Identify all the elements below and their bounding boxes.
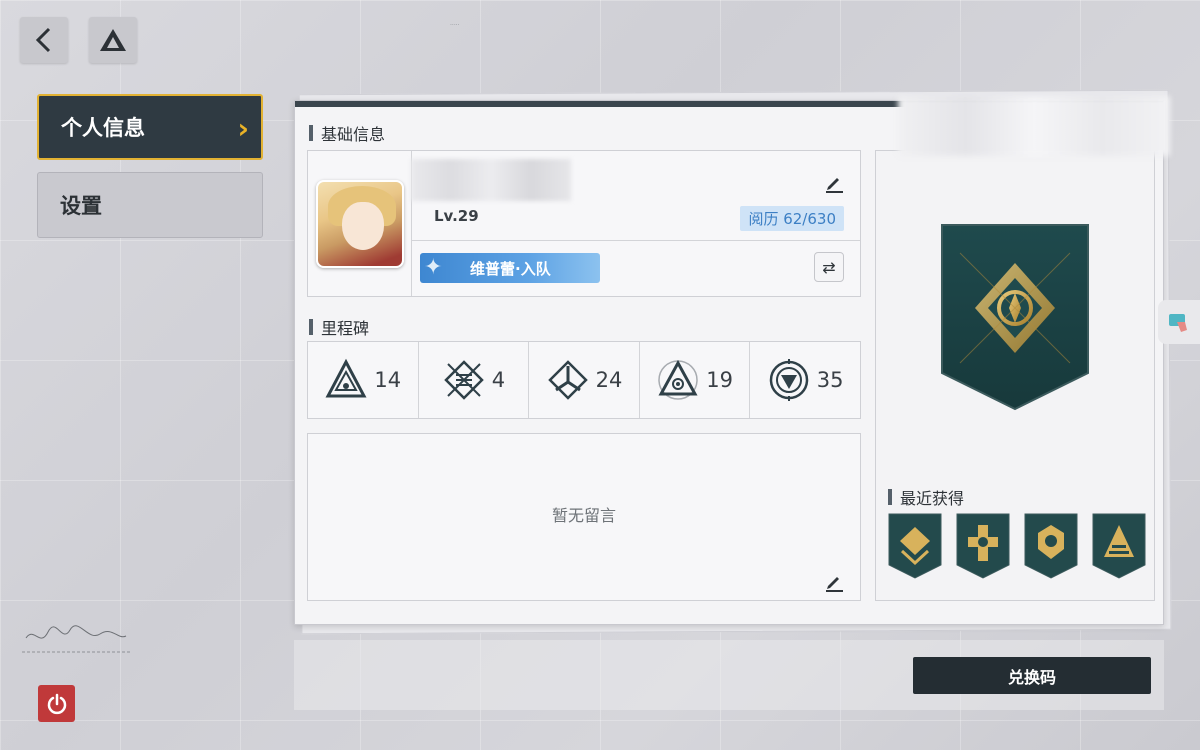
profile-card: 基础信息 Lv.29 阅历 62/630 ✦ 维普蕾·入队 ⇄ 里程碑 14 4… bbox=[294, 100, 1164, 625]
player-level: Lv.29 bbox=[434, 207, 479, 225]
triangle-emblem-icon bbox=[325, 358, 367, 398]
avatar-face bbox=[342, 202, 384, 250]
experience-badge: 阅历 62/630 bbox=[740, 206, 844, 231]
swap-button[interactable]: ⇄ bbox=[814, 252, 844, 282]
nav-settings[interactable]: 设置 bbox=[37, 172, 263, 238]
crossed-swords-list-icon bbox=[443, 360, 484, 400]
power-icon bbox=[47, 693, 66, 714]
shield-badge-icon[interactable] bbox=[1024, 513, 1078, 579]
top-deco-ticks: ····· bbox=[450, 22, 460, 29]
edit-message-icon[interactable] bbox=[824, 572, 844, 592]
message-board: 暂无留言 bbox=[307, 433, 861, 601]
team-tag[interactable]: ✦ 维普蕾·入队 bbox=[420, 253, 600, 283]
milestone-item[interactable]: 14 bbox=[308, 342, 419, 418]
avatar[interactable] bbox=[316, 180, 404, 268]
eye-triangle-emblem-icon bbox=[658, 359, 698, 400]
milestones-row: 14 4 24 19 35 bbox=[307, 341, 861, 419]
blurred-region bbox=[898, 96, 1170, 156]
target-triangle-emblem-icon bbox=[769, 359, 809, 401]
message-empty-text: 暂无留言 bbox=[551, 506, 616, 525]
milestones-title: 里程碑 bbox=[309, 315, 369, 339]
pyramid-badge-icon[interactable] bbox=[1092, 513, 1146, 579]
recent-title: 最近获得 bbox=[888, 485, 964, 509]
swap-icon: ⇄ bbox=[822, 257, 836, 277]
tablet-hand-icon bbox=[1169, 314, 1187, 332]
side-tab[interactable] bbox=[1158, 300, 1200, 344]
chevron-badge-icon[interactable] bbox=[888, 513, 942, 579]
milestone-value: 35 bbox=[816, 368, 844, 392]
redeem-code-button[interactable]: 兑换码 bbox=[913, 657, 1151, 694]
cross-badge-icon[interactable] bbox=[956, 513, 1010, 579]
nav-settings-label: 设置 bbox=[60, 194, 102, 218]
milestone-item[interactable]: 19 bbox=[640, 342, 751, 418]
nav-personal-info[interactable]: 个人信息 › bbox=[37, 94, 263, 160]
triangle-logo-icon bbox=[100, 29, 126, 51]
milestone-value: 4 bbox=[491, 368, 506, 392]
edit-name-icon[interactable] bbox=[824, 173, 844, 193]
milestone-item[interactable]: 35 bbox=[750, 342, 860, 418]
recent-badges-row bbox=[888, 513, 1146, 579]
chevron-left-icon bbox=[35, 27, 51, 53]
ship-icon: ✦ bbox=[424, 255, 443, 280]
tri-branch-emblem-icon bbox=[547, 360, 588, 400]
player-name-blurred bbox=[411, 159, 571, 201]
back-button[interactable] bbox=[20, 17, 68, 63]
team-tag-label: 维普蕾·入队 bbox=[470, 259, 551, 278]
power-button[interactable] bbox=[38, 685, 75, 722]
main-badge-icon[interactable] bbox=[940, 223, 1090, 411]
nav-personal-info-label: 个人信息 bbox=[61, 116, 145, 140]
profile-box: Lv.29 阅历 62/630 ✦ 维普蕾·入队 ⇄ bbox=[307, 150, 861, 297]
signature-deco bbox=[22, 625, 132, 653]
milestone-value: 24 bbox=[595, 368, 623, 392]
basic-info-title: 基础信息 bbox=[309, 121, 385, 145]
milestone-value: 14 bbox=[374, 368, 402, 392]
divider bbox=[411, 240, 860, 241]
milestone-item[interactable]: 4 bbox=[419, 342, 530, 418]
milestone-item[interactable]: 24 bbox=[529, 342, 640, 418]
chevron-right-icon: › bbox=[237, 112, 249, 145]
badge-panel: 最近获得 bbox=[875, 150, 1155, 601]
milestone-value: 19 bbox=[706, 368, 733, 392]
drive-button[interactable] bbox=[89, 17, 137, 63]
